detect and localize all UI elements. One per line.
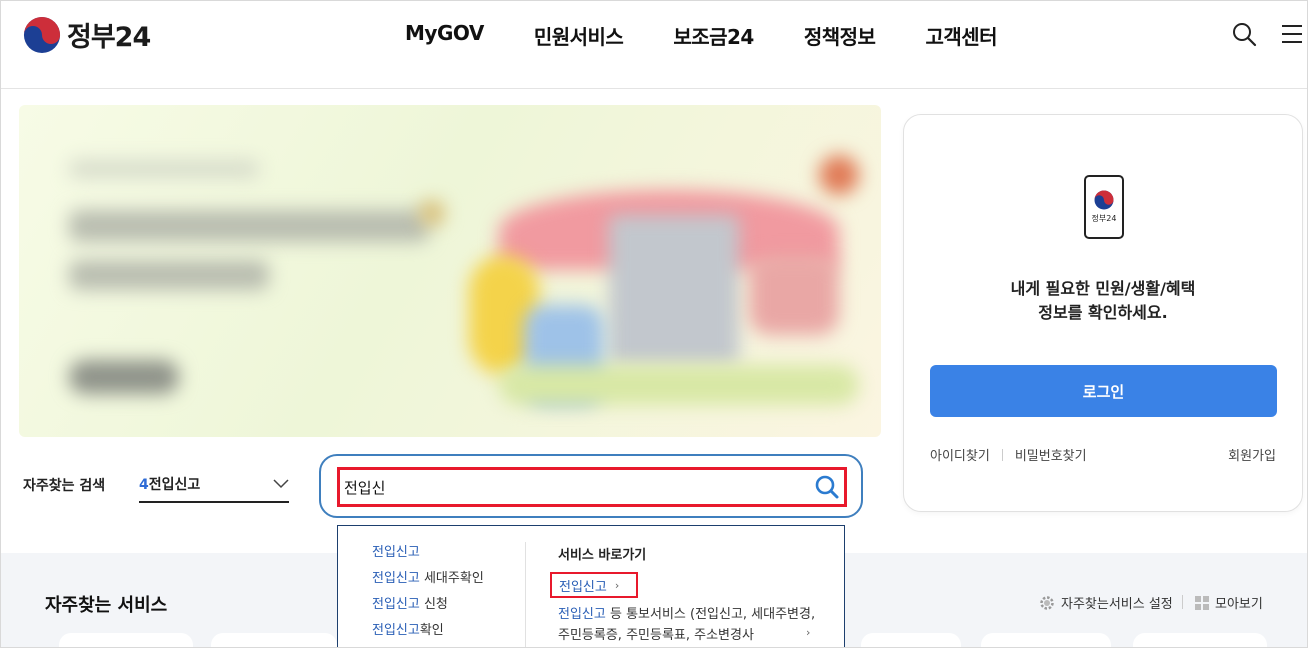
search-icon — [815, 475, 839, 499]
nav-item-civil-service[interactable]: 민원서비스 — [534, 21, 624, 50]
service-tile[interactable] — [1133, 633, 1267, 647]
view-all-link[interactable]: 모아보기 — [1195, 593, 1263, 612]
frequent-search-keyword: 전입신고 — [148, 477, 201, 493]
service-shortcut-label: 전입신고 — [559, 579, 607, 595]
suggestion-item[interactable]: 전입신고 세대주확인 — [372, 570, 484, 596]
grid-icon — [1195, 595, 1209, 610]
sign-up-link[interactable]: 회원가입 — [1228, 445, 1276, 464]
logo-text: 정부24 — [67, 22, 151, 53]
service-shortcut-link[interactable]: 전입신고 › — [550, 572, 638, 598]
login-message-line2: 정보를 확인하세요. — [1038, 303, 1168, 322]
chevron-right-icon: › — [614, 578, 620, 592]
login-message: 내게 필요한 민원/생활/혜택 정보를 확인하세요. — [904, 277, 1302, 325]
frequent-search-label: 자주찾는 검색 — [23, 478, 106, 494]
view-all-label: 모아보기 — [1215, 597, 1263, 612]
search-button[interactable] — [810, 470, 844, 504]
chevron-right-icon: › — [806, 626, 811, 639]
dropdown-divider — [525, 542, 526, 647]
menu-icon[interactable] — [1279, 21, 1305, 47]
search-icon[interactable] — [1231, 21, 1257, 47]
chevron-down-icon — [273, 479, 289, 489]
login-card: 정부24 내게 필요한 민원/생활/혜택 정보를 확인하세요. 로그인 아이디찾… — [903, 114, 1303, 512]
nav-item-mygov[interactable]: MyGOV — [405, 21, 484, 50]
suggestion-item[interactable]: 전입신고 신청 — [372, 596, 484, 622]
service-shortcut-title: 서비스 바로가기 — [558, 548, 647, 563]
header: 정부24 MyGOV 민원서비스 보조금24 정책정보 고객센터 — [1, 1, 1307, 89]
page-frame: 정부24 MyGOV 민원서비스 보조금24 정책정보 고객센터 자주찾는 검색… — [0, 0, 1308, 648]
nav-item-policy[interactable]: 정책정보 — [804, 21, 876, 50]
service-tile[interactable] — [981, 633, 1111, 647]
search-input[interactable] — [340, 478, 810, 496]
find-id-link[interactable]: 아이디찾기 — [930, 445, 990, 464]
service-tile[interactable] — [59, 633, 193, 647]
frequent-services-title: 자주찾는 서비스 — [45, 595, 168, 616]
login-button[interactable]: 로그인 — [930, 365, 1277, 417]
search-autocomplete-dropdown: 전입신고 전입신고 세대주확인 전입신고 신청 전입신고확인 서비스 바로가기 … — [337, 525, 845, 647]
frequent-search-dropdown[interactable]: 4전입신고 — [139, 467, 289, 503]
suggestion-item[interactable]: 전입신고확인 — [372, 622, 484, 647]
frequent-services-settings-link[interactable]: 자주찾는서비스 설정 — [1039, 593, 1173, 612]
nav-item-subsidy[interactable]: 보조금24 — [673, 21, 754, 50]
taegeuk-emblem-icon — [23, 16, 61, 53]
suggestion-item[interactable]: 전입신고 — [372, 544, 484, 570]
account-links: 아이디찾기 비밀번호찾기 — [930, 445, 1087, 464]
service-tile[interactable] — [861, 633, 961, 647]
mobile-phone-icon: 정부24 — [1084, 175, 1124, 239]
gear-icon — [1040, 595, 1054, 610]
service-tile[interactable] — [211, 633, 337, 647]
nav-item-customer-center[interactable]: 고객센터 — [925, 21, 997, 50]
divider — [1182, 595, 1183, 609]
phone-label: 정부24 — [1091, 214, 1117, 223]
logo[interactable]: 정부24 — [23, 15, 151, 54]
find-password-link[interactable]: 비밀번호찾기 — [1015, 445, 1087, 464]
suggestion-list: 전입신고 전입신고 세대주확인 전입신고 신청 전입신고확인 — [372, 544, 484, 647]
service-shortcut-panel: 서비스 바로가기 — [558, 544, 828, 563]
service-shortcut-description[interactable]: 전입신고 등 통보서비스 (전입신고, 세대주변경, 주민등록증, 주민등록표,… — [558, 604, 828, 646]
login-message-line1: 내게 필요한 민원/생활/혜택 — [1010, 279, 1196, 298]
search-field-highlight — [337, 467, 847, 507]
main-nav: MyGOV 민원서비스 보조금24 정책정보 고객센터 — [405, 21, 998, 50]
divider — [1001, 448, 1003, 461]
promo-banner-blurred — [19, 105, 881, 437]
taegeuk-emblem-icon — [1094, 190, 1114, 210]
frequent-search-rank: 4 — [139, 477, 149, 493]
frequent-services-settings-label: 자주찾는서비스 설정 — [1061, 597, 1173, 612]
